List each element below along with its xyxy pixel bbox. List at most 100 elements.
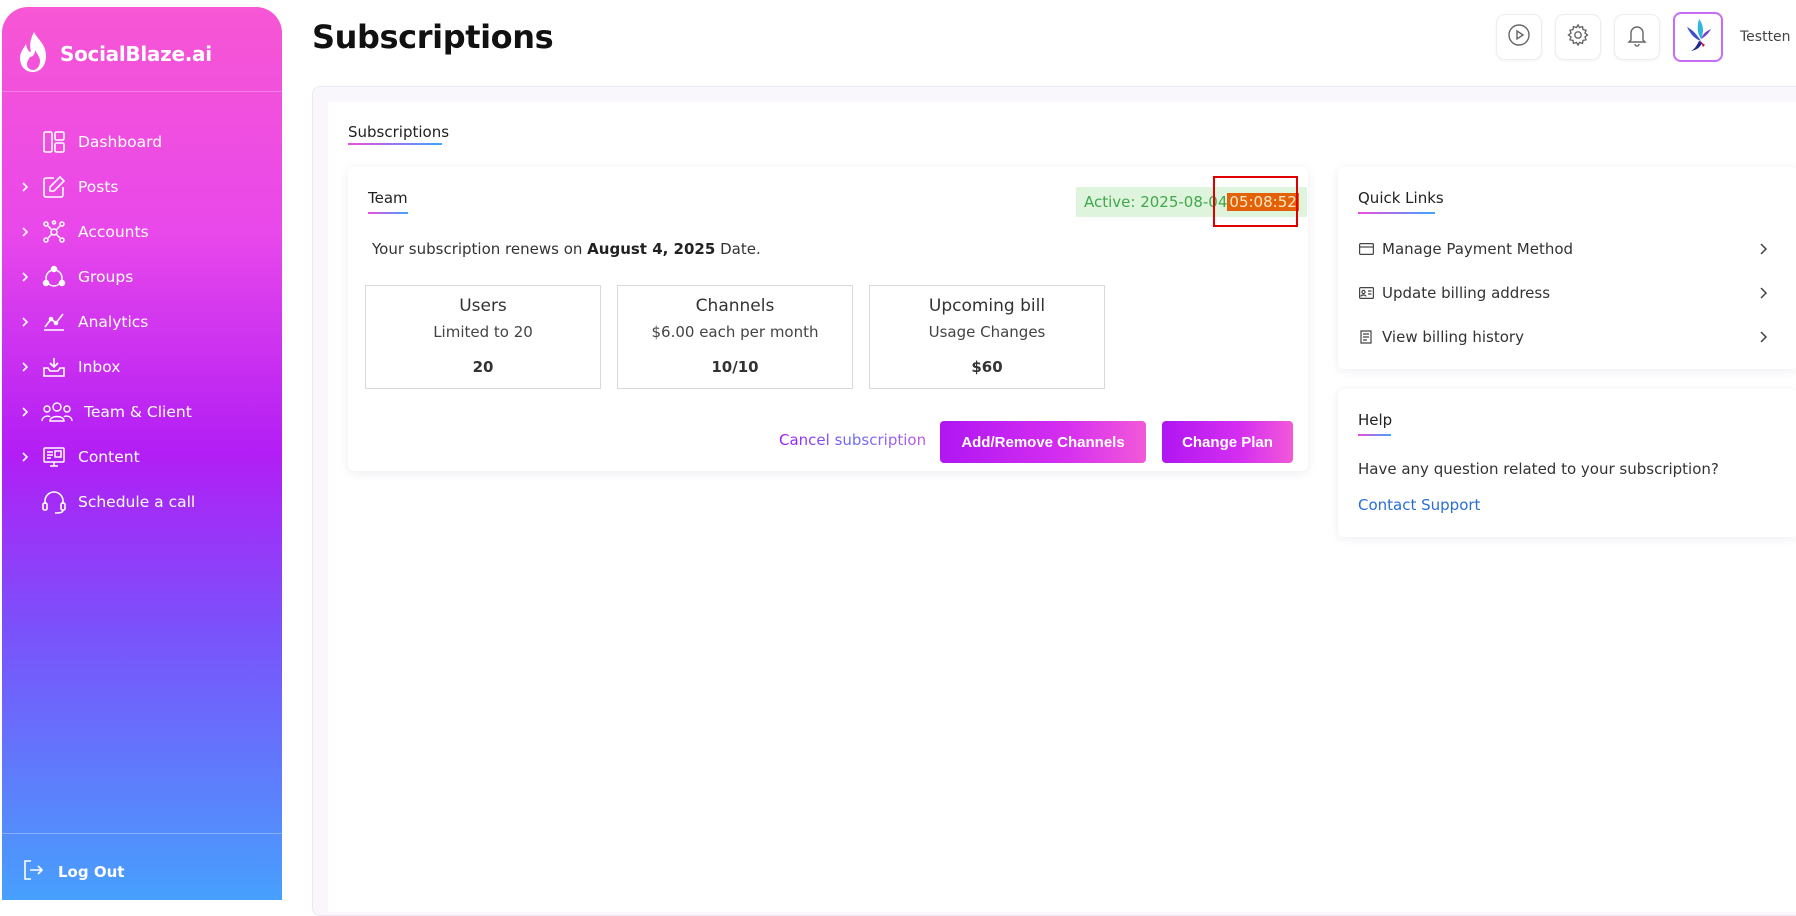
bell-icon [1625,23,1649,51]
sidebar-item-inbox[interactable]: Inbox [2,344,282,389]
chevron-right-icon[interactable] [18,270,32,284]
stat-title: Users [459,296,507,316]
stat-value: $60 [971,358,1003,376]
sidebar-item-label: Inbox [78,357,121,376]
active-date: Active: 2025-08-04 [1084,193,1228,211]
play-circle-icon [1507,23,1531,51]
network-icon [40,218,68,246]
brand-logo[interactable]: SocialBlaze.ai [16,27,212,81]
help-underline [1358,434,1391,436]
sidebar-item-label: Dashboard [78,132,163,151]
quick-link-label: Manage Payment Method [1382,240,1574,258]
avatar[interactable] [1673,12,1723,62]
stat-users: Users Limited to 20 20 [365,285,601,389]
quick-link-billing-address[interactable]: Update billing address [1358,278,1770,308]
chevron-right-icon[interactable] [18,360,32,374]
sidebar-item-label: Team & Client [84,402,192,421]
chevron-right-icon[interactable] [18,180,32,194]
quick-link-label: Update billing address [1382,284,1551,302]
chevron-right-icon [1760,331,1768,343]
stat-value: 10/10 [711,358,759,376]
credit-card-icon [1358,241,1374,257]
sidebar-item-analytics[interactable]: Analytics [2,299,282,344]
analytics-icon [40,308,68,336]
sidebar-item-label: Posts [78,177,119,196]
sidebar-item-label: Groups [78,267,134,286]
plan-name: Team [368,189,408,207]
cancel-subscription-link[interactable]: Cancel subscription [779,431,926,449]
quick-link-label: View billing history [1382,328,1524,346]
divider [2,833,282,834]
stat-subtitle: $6.00 each per month [651,323,819,341]
renewal-suffix: Date. [720,240,761,258]
help-title: Help [1358,411,1393,429]
quick-links-underline [1358,212,1435,214]
video-tutorial-button[interactable] [1496,14,1542,60]
sidebar: SocialBlaze.ai Dashboard Posts Accounts … [2,7,282,900]
divider [2,91,282,92]
stat-value: 20 [472,358,494,376]
sidebar-item-groups[interactable]: Groups [2,254,282,299]
id-card-icon [1358,285,1374,301]
subscription-card: Team Active: 2025-08-04 05:08:52 Your su… [348,167,1308,471]
sidebar-item-label: Content [78,447,140,466]
sidebar-item-accounts[interactable]: Accounts [2,209,282,254]
renewal-date: August 4, 2025 [587,240,716,258]
inbox-icon [40,353,68,381]
bird-logo-icon [1683,17,1713,57]
stat-subtitle: Usage Changes [928,323,1046,341]
sidebar-item-team-client[interactable]: Team & Client [2,389,282,434]
notifications-button[interactable] [1614,14,1660,60]
highlight-box [1213,176,1298,227]
header-actions: Testten [1496,12,1791,62]
gear-icon [1566,23,1590,51]
team-icon [40,398,74,426]
quick-link-manage-payment[interactable]: Manage Payment Method [1358,234,1770,264]
receipt-icon [1358,329,1374,345]
stat-subtitle: Limited to 20 [433,323,533,341]
chevron-right-icon[interactable] [18,315,32,329]
content-icon [40,443,68,471]
flame-icon [16,30,52,78]
help-card: Help Have any question related to your s… [1338,389,1796,537]
logout-icon [22,859,44,885]
tab-underline [348,143,442,145]
sidebar-item-dashboard[interactable]: Dashboard [2,119,282,164]
stat-upcoming-bill: Upcoming bill Usage Changes $60 [869,285,1105,389]
quick-link-billing-history[interactable]: View billing history [1358,322,1770,352]
page-title: Subscriptions [312,18,554,56]
stat-title: Channels [695,296,775,316]
chevron-right-icon[interactable] [18,450,32,464]
settings-button[interactable] [1555,14,1601,60]
chevron-right-icon [1760,287,1768,299]
logout-button[interactable]: Log Out [22,859,124,885]
sidebar-nav: Dashboard Posts Accounts Groups Analytic… [2,119,282,524]
help-question: Have any question related to your subscr… [1358,460,1719,478]
renewal-prefix: Your subscription renews on [372,240,583,258]
headset-icon [40,488,68,516]
sidebar-item-label: Accounts [78,222,149,241]
chevron-right-icon[interactable] [18,405,32,419]
sidebar-item-label: Analytics [78,312,149,331]
dashboard-icon [40,128,68,156]
chevron-right-icon [1760,243,1768,255]
sidebar-item-schedule-call[interactable]: Schedule a call [2,479,282,524]
tab-subscriptions[interactable]: Subscriptions [348,123,449,144]
edit-icon [40,173,68,201]
sidebar-item-content[interactable]: Content [2,434,282,479]
sidebar-item-posts[interactable]: Posts [2,164,282,209]
contact-support-link[interactable]: Contact Support [1358,496,1480,514]
logout-label: Log Out [58,863,125,881]
user-name[interactable]: Testten [1740,29,1791,45]
chevron-right-icon[interactable] [18,225,32,239]
plan-name-underline [368,212,408,214]
renewal-text: Your subscription renews on August 4, 20… [372,240,761,258]
brand-name: SocialBlaze.ai [60,42,212,66]
change-plan-button[interactable]: Change Plan [1162,421,1293,463]
quick-links-title: Quick Links [1358,189,1444,207]
groups-icon [40,263,68,291]
quick-links-card: Quick Links Manage Payment Method Update… [1338,167,1796,369]
add-remove-channels-button[interactable]: Add/Remove Channels [940,421,1146,463]
sidebar-item-label: Schedule a call [78,492,196,511]
stat-channels: Channels $6.00 each per month 10/10 [617,285,853,389]
